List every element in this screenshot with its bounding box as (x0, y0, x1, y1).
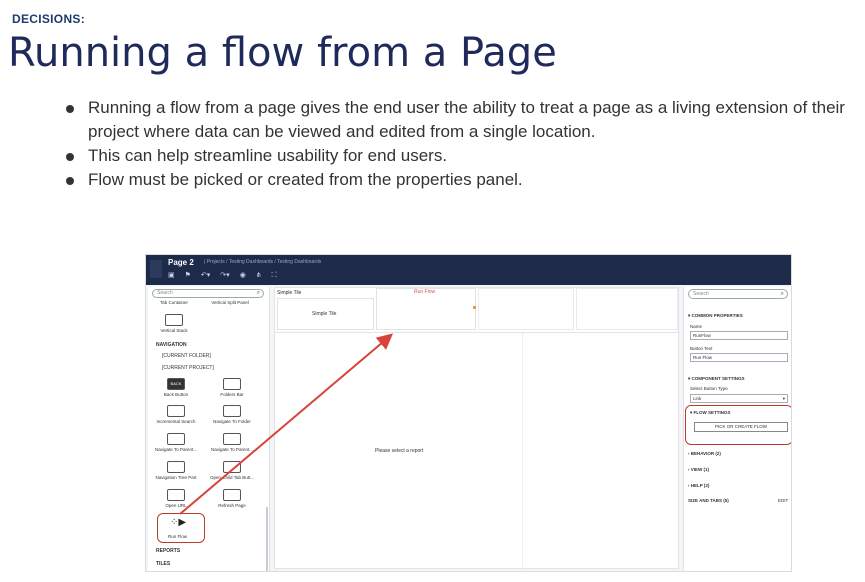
component-incremental-search[interactable]: Incremental Search (152, 405, 200, 424)
search-icon: ⌕ (780, 291, 784, 297)
run-flow-tile[interactable]: Run Flow (376, 288, 476, 330)
pick-or-create-flow-button[interactable]: PICK OR CREATE FLOW (694, 422, 788, 432)
empty-tile[interactable] (576, 288, 678, 330)
run-flow-icon: ⁘▶ (170, 517, 187, 528)
component-navigate-to-parent-2[interactable]: Navigate To Parent... (208, 433, 256, 452)
sub-current-folder[interactable]: [CURRENT FOLDER] (162, 353, 211, 359)
incremental-search-icon (167, 405, 185, 417)
save-icon[interactable]: ▣ (168, 272, 175, 280)
globe-icon (167, 489, 185, 501)
resize-handle[interactable] (473, 306, 476, 309)
back-icon: BACK (167, 378, 185, 390)
flag-icon[interactable]: ⚑ (185, 272, 191, 280)
expand-icon[interactable]: ⛶ (272, 272, 277, 280)
app-top-bar: Page 2 | Projects / Testing Dashboards /… (146, 255, 791, 285)
component-settings-header[interactable]: ▾ COMPONENT SETTINGS (688, 376, 745, 382)
redo-icon[interactable]: ↷▾ (220, 272, 229, 280)
behavior-section[interactable]: › BEHAVIOR (2) (688, 451, 721, 456)
component-vertical-split[interactable]: Vertical Split Panel (206, 300, 254, 305)
components-panel: Search ⌕ Tab Container Vertical Split Pa… (148, 287, 270, 571)
chevron-down-icon: ▾ (782, 396, 785, 401)
refresh-icon (223, 489, 241, 501)
eye-icon[interactable]: ◉ (240, 272, 246, 280)
flow-settings-header[interactable]: ▾ FLOW SETTINGS (690, 410, 731, 416)
navigate-folder-icon (223, 405, 241, 417)
components-search[interactable]: Search ⌕ (152, 289, 264, 298)
common-properties-header[interactable]: ▾ COMMON PROPERTIES (688, 313, 743, 319)
folder-icon (223, 378, 241, 390)
simple-tile[interactable]: Simple Tile (277, 298, 374, 330)
bullet-item: Running a flow from a page gives the end… (62, 96, 862, 144)
button-text-field[interactable]: Run Flow (690, 353, 788, 362)
edit-link[interactable]: EDIT (778, 498, 788, 503)
component-tab-container[interactable]: Tab Container (150, 300, 198, 305)
slide-kicker: DECISIONS: (12, 12, 86, 26)
toolbar: ▣ ⚑ ↶▾ ↷▾ ◉ ⋔ ⛶ (168, 272, 277, 280)
properties-panel: Search ⌕ ▾ COMMON PROPERTIES Name RunFlo… (683, 287, 791, 571)
flow-settings-group: ▾ FLOW SETTINGS PICK OR CREATE FLOW (685, 405, 791, 445)
button-type-label: Select Button Type (690, 386, 728, 391)
bullet-item: Flow must be picked or created from the … (62, 168, 862, 192)
name-field[interactable]: RunFlow (690, 331, 788, 340)
search-icon: ⌕ (256, 290, 260, 296)
simple-tile-text: Simple Tile (312, 311, 337, 317)
sub-current-project[interactable]: [CURRENT PROJECT] (162, 365, 214, 371)
run-flow-component[interactable]: ⁘▶ Run Flow (157, 513, 205, 543)
column-divider (522, 333, 523, 569)
tile-title: Simple Tile (277, 290, 302, 296)
section-reports[interactable]: REPORTS (156, 548, 180, 554)
bullet-list: Running a flow from a page gives the end… (62, 96, 862, 192)
properties-search[interactable]: Search ⌕ (688, 289, 788, 299)
name-label: Name (690, 324, 703, 329)
bullet-item: This can help streamline usability for e… (62, 144, 862, 168)
component-navigate-to-parent-1[interactable]: Navigate To Parent... (152, 433, 200, 452)
component-vertical-stack[interactable]: Vertical Stack (150, 314, 198, 333)
component-folders-bar[interactable]: Folders Bar (208, 378, 256, 397)
vertical-stack-icon (165, 314, 183, 326)
component-refresh-page[interactable]: Refresh Page (208, 489, 256, 508)
run-flow-label: Run Flow (168, 534, 188, 539)
component-navigation-tree[interactable]: Navigation Tree Part (152, 461, 200, 480)
button-text-label: Button Text (690, 346, 713, 351)
app-screenshot: Page 2 | Projects / Testing Dashboards /… (145, 254, 792, 572)
run-flow-tile-label[interactable]: Run Flow (414, 289, 435, 295)
navigate-parent-icon (167, 433, 185, 445)
empty-tile[interactable] (478, 288, 574, 330)
child-tab-icon (223, 461, 241, 473)
help-section[interactable]: › HELP (2) (688, 483, 709, 488)
component-navigate-to-folder[interactable]: Navigate To Folder (208, 405, 256, 424)
view-section[interactable]: › VIEW (1) (688, 467, 709, 472)
report-placeholder: Please select a report (375, 448, 424, 454)
component-open-url[interactable]: Open URL (152, 489, 200, 508)
page-name: Page 2 (168, 258, 194, 267)
slide-title: Running a flow from a Page (8, 30, 557, 76)
report-area[interactable]: Please select a report (275, 332, 678, 569)
navigate-parent-icon (223, 433, 241, 445)
component-open-child-tab[interactable]: Open Child Tab Butt... (208, 461, 256, 480)
size-tabs-section[interactable]: SIZE AND TABS (5) (688, 498, 729, 503)
button-type-select[interactable]: Link ▾ (690, 394, 788, 403)
undo-icon[interactable]: ↶▾ (201, 272, 210, 280)
tree-icon (167, 461, 185, 473)
share-icon[interactable]: ⋔ (256, 272, 262, 280)
section-tiles[interactable]: TILES (156, 561, 170, 567)
left-scrollbar[interactable] (266, 507, 268, 571)
breadcrumb[interactable]: | Projects / Testing Dashboards / Testin… (204, 259, 321, 265)
component-back-button[interactable]: BACK Back Button (152, 378, 200, 397)
page-canvas: Simple Tile Simple Tile Run Flow Please … (274, 287, 679, 569)
menu-icon[interactable] (150, 260, 162, 278)
section-navigation[interactable]: NAVIGATION (156, 342, 187, 348)
